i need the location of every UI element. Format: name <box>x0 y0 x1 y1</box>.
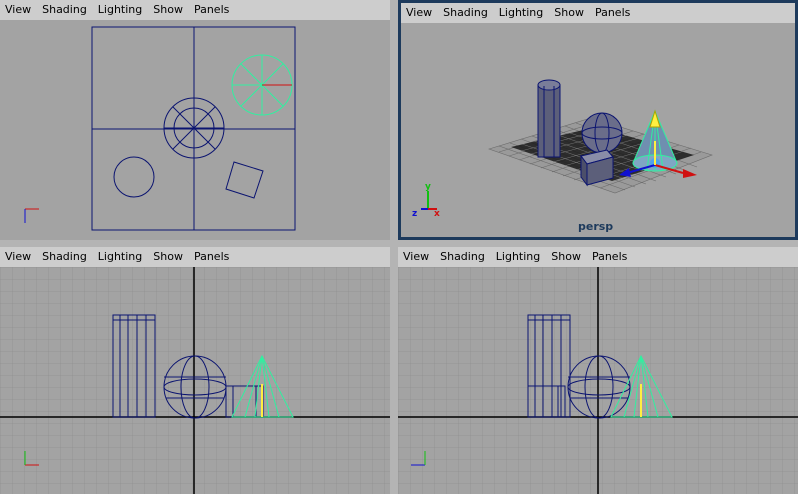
sphere-shaded-persp[interactable] <box>581 112 623 154</box>
menu-show[interactable]: Show <box>148 0 189 20</box>
menu-lighting[interactable]: Lighting <box>93 247 148 267</box>
manipulator-x-head[interactable] <box>683 169 697 178</box>
cube-shaded-persp[interactable] <box>580 149 614 187</box>
menu-view[interactable]: View <box>0 0 37 20</box>
menu-panels[interactable]: Panels <box>189 247 235 267</box>
menu-lighting[interactable]: Lighting <box>93 0 148 20</box>
viewport-panel-persp[interactable]: View Shading Lighting Show Panels y x z … <box>398 0 798 240</box>
menu-view[interactable]: View <box>0 247 37 267</box>
menu-shading[interactable]: Shading <box>438 3 494 23</box>
axis-label-x: x <box>434 209 440 219</box>
viewport-canvas-persp[interactable]: y x z persp <box>401 23 795 237</box>
menu-lighting[interactable]: Lighting <box>491 247 546 267</box>
viewport-canvas-front[interactable] <box>0 267 390 494</box>
menu-lighting[interactable]: Lighting <box>494 3 549 23</box>
axis-label-y: y <box>425 182 431 192</box>
viewport-canvas-top[interactable] <box>0 20 390 240</box>
cylinder-wireframe-top[interactable] <box>113 156 155 198</box>
front-view-scene <box>0 267 390 494</box>
menu-show[interactable]: Show <box>546 247 587 267</box>
view-axis-gizmo: y x z <box>412 182 440 219</box>
cube-wireframe-top[interactable] <box>225 161 264 199</box>
viewport-panel-front[interactable]: View Shading Lighting Show Panels <box>0 247 390 494</box>
orthographic-grid <box>0 267 390 494</box>
persp-view-scene: y x z persp <box>412 79 713 233</box>
camera-label-persp: persp <box>578 220 613 233</box>
viewport-panel-side[interactable]: View Shading Lighting Show Panels <box>398 247 798 494</box>
cylinder-shaded-persp[interactable] <box>537 79 561 158</box>
menu-shading[interactable]: Shading <box>37 247 93 267</box>
menu-panels[interactable]: Panels <box>590 3 636 23</box>
viewport-canvas-side[interactable] <box>398 267 798 494</box>
axis-label-z: z <box>412 209 417 219</box>
menu-view[interactable]: View <box>398 247 435 267</box>
panel-menubar-side: View Shading Lighting Show Panels <box>398 247 798 267</box>
top-view-scene <box>24 26 296 231</box>
menu-shading[interactable]: Shading <box>37 0 93 20</box>
menu-shading[interactable]: Shading <box>435 247 491 267</box>
side-view-scene <box>398 267 798 494</box>
sphere-wireframe-top[interactable] <box>163 97 225 159</box>
viewport-panel-top[interactable]: View Shading Lighting Show Panels <box>0 0 390 240</box>
menu-show[interactable]: Show <box>148 247 189 267</box>
menu-panels[interactable]: Panels <box>587 247 633 267</box>
menu-view[interactable]: View <box>401 3 438 23</box>
menu-panels[interactable]: Panels <box>189 0 235 20</box>
menu-show[interactable]: Show <box>549 3 590 23</box>
panel-menubar-top: View Shading Lighting Show Panels <box>0 0 390 20</box>
panel-menubar-front: View Shading Lighting Show Panels <box>0 247 390 267</box>
panel-menubar-persp: View Shading Lighting Show Panels <box>401 3 795 23</box>
